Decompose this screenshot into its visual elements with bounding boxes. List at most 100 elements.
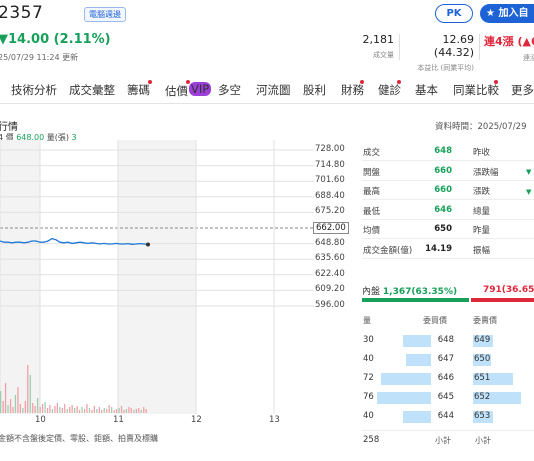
bid-qty: 40 [363, 354, 374, 364]
bid-price[interactable]: 647 [424, 354, 454, 364]
volume-bar [91, 410, 93, 413]
volume-bar [125, 409, 128, 413]
add-watchlist-button[interactable]: ★ 加入自 [480, 4, 534, 23]
volume-bar [88, 408, 91, 413]
bid-price[interactable]: 646 [424, 373, 454, 383]
volume-bar [74, 408, 76, 413]
y-tick-label: 701.60 [315, 175, 345, 186]
tab-bull-bear[interactable]: 多空 [218, 82, 241, 98]
ask-price[interactable]: 652 [474, 392, 490, 402]
vip-badge: VIP [189, 82, 212, 96]
tab-financial[interactable]: 財務 [341, 82, 364, 98]
volume-bar [118, 408, 120, 413]
inner-value: 1,367(63.35%) [382, 287, 458, 297]
volume-bar [19, 404, 21, 413]
volume-bar [140, 410, 142, 413]
tab-valuation-label: 估價 [165, 84, 188, 98]
bid-price[interactable]: 645 [424, 392, 454, 402]
x-tick-label: 11 [113, 415, 124, 425]
volume-bar [138, 408, 140, 413]
tab-basic[interactable]: 基本 [415, 82, 438, 98]
notification-dot [186, 80, 190, 84]
divider [399, 34, 400, 60]
volume-bar [103, 408, 105, 413]
volume-bar [12, 407, 14, 413]
quote-value: 646 [434, 204, 452, 215]
stat-pe: 12.69 (44.32) 本益比 (同業平均) [404, 33, 474, 73]
orderbook-ask-header: 委賣價 [473, 316, 497, 325]
quote-label: 開盤 [363, 167, 381, 178]
x-tick-label: 10 [35, 415, 46, 425]
ask-price[interactable]: 651 [474, 373, 490, 383]
y-tick-label: 648.80 [315, 237, 345, 248]
volume-bar [27, 365, 29, 413]
y-tick-label: 728.00 [315, 144, 345, 154]
tab-more[interactable]: 更多 [511, 82, 534, 98]
ask-price[interactable]: 649 [474, 335, 490, 345]
volume-bar [56, 403, 58, 413]
notification-dot [494, 80, 498, 84]
volume-bar [61, 408, 63, 413]
tab-valuation[interactable]: 估價 VIP [165, 82, 212, 99]
ask-subtotal-label: 小計 [475, 436, 491, 445]
divider [479, 34, 480, 60]
stat-volume-label: 成交量 [373, 51, 394, 59]
x-tick-label: 13 [269, 415, 280, 425]
tab-dividend[interactable]: 股利 [303, 82, 326, 98]
volume-bar [64, 404, 66, 413]
volume-bar [17, 387, 19, 413]
tab-peer-compare[interactable]: 同業比較 [453, 82, 499, 98]
data-time: 資料時間：2025/07/29 [435, 122, 527, 132]
stat-streak-value: 連4漲 (▲6 [484, 35, 534, 48]
tab-chips[interactable]: 籌碼 [127, 82, 150, 98]
volume-bar [39, 407, 41, 413]
notification-dot [148, 80, 152, 84]
tab-technical[interactable]: 技術分析 [11, 82, 57, 98]
volume-bar [0, 391, 2, 413]
volume-bar [145, 409, 147, 413]
bid-qty: 76 [363, 392, 374, 402]
outer-value: 791(36.65% [483, 285, 534, 295]
industry-tag[interactable]: 電腦週邊 [84, 7, 126, 22]
volume-bar [78, 410, 81, 413]
quote-value: 660 [434, 165, 452, 176]
tab-trades[interactable]: 成交彙整 [69, 82, 115, 98]
volume-bar [14, 395, 17, 413]
tab-river-chart[interactable]: 河流圖 [256, 82, 291, 98]
stat-pe-label: 本益比 (同業平均) [417, 64, 474, 72]
volume-bar [143, 407, 145, 413]
ask-price[interactable]: 650 [474, 354, 490, 364]
chart-footnote: 金額不含盤後定價、零股、鉅額、拍賣及標購 [0, 434, 158, 443]
y-tick-label: 622.40 [315, 268, 345, 279]
quote-label: 最高 [363, 187, 381, 197]
volume-bar [120, 406, 123, 413]
pk-button[interactable]: PK [435, 4, 473, 23]
volume-bar [66, 409, 68, 413]
tab-health[interactable]: 健診 [378, 82, 401, 98]
ask-price[interactable]: 653 [474, 411, 490, 421]
stock-code: 2357 [0, 3, 44, 23]
volume-bar [32, 403, 34, 413]
bid-price[interactable]: 648 [424, 335, 454, 345]
volume-bar [46, 408, 49, 413]
last-price-marker [146, 242, 150, 247]
intraday-chart[interactable] [0, 140, 314, 416]
volume-bar [128, 407, 130, 413]
volume-bar [22, 408, 24, 413]
quote-label: 成交 [363, 148, 381, 158]
stat-volume: 2,181 成交量 [350, 33, 395, 60]
stock-nav-tabs: 技術分析 成交彙整 籌碼 估價 VIP 多空 河流圖 股利 財務 健診 基本 同業… [0, 78, 534, 104]
volume-bar [133, 410, 135, 413]
quote-label: 漲跌 [473, 187, 491, 197]
chevron-down-icon[interactable]: ▼ [526, 168, 531, 176]
bid-price[interactable]: 644 [424, 411, 454, 421]
quote-label: 振幅 [473, 245, 491, 256]
volume-bar [86, 404, 88, 413]
volume-bar [7, 405, 9, 413]
orderbook-qty-header: 量 [363, 316, 371, 325]
quote-value: 660 [434, 185, 452, 195]
volume-bar [49, 405, 51, 413]
divider [362, 257, 534, 259]
chevron-down-icon[interactable]: ▼ [526, 188, 531, 196]
volume-bar [69, 407, 71, 413]
